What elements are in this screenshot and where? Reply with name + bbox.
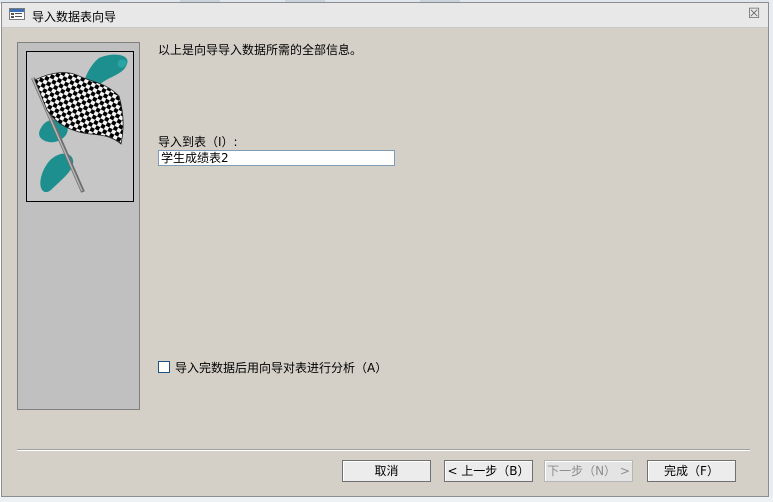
form-window-icon (9, 8, 25, 20)
button-separator (17, 449, 750, 451)
back-button[interactable]: < 上一步（B） (444, 460, 533, 482)
analyze-table-checkbox[interactable] (158, 361, 170, 373)
side-panel (17, 42, 140, 410)
import-wizard-dialog: 导入数据表向导 ☒ 以上是向导导入数据所需的全部信息。 导入到表（I）: 学生成… (1, 2, 769, 497)
close-icon[interactable]: ☒ (746, 6, 762, 22)
wizard-heading: 以上是向导导入数据所需的全部信息。 (158, 43, 363, 57)
checkered-flag-icon (26, 51, 134, 202)
table-name-input[interactable]: 学生成绩表2 (158, 150, 395, 166)
import-to-table-label: 导入到表（I）: (158, 135, 238, 149)
background-window-edge (769, 0, 773, 502)
window-title: 导入数据表向导 (32, 10, 117, 24)
background-window-bottom (0, 497, 773, 502)
title-bar: 导入数据表向导 ☒ (2, 3, 768, 28)
next-button[interactable]: 下一步（N） > (544, 460, 633, 482)
analyze-table-label[interactable]: 导入完数据后用向导对表进行分析（A） (175, 359, 387, 376)
finish-button[interactable]: 完成（F） (647, 460, 736, 482)
cancel-button[interactable]: 取消 (342, 460, 431, 482)
